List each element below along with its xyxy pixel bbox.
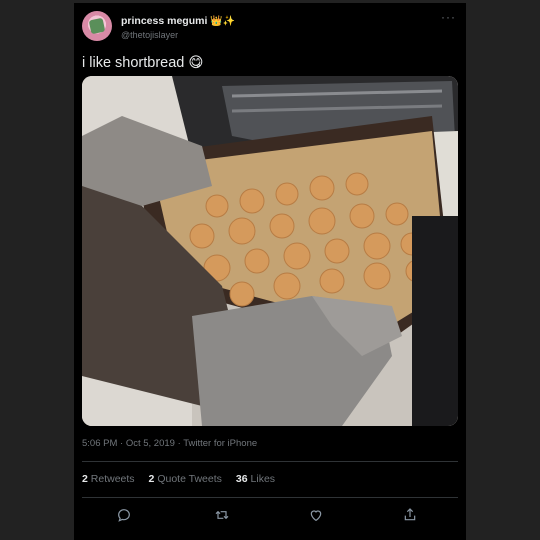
tweet-text-emoji: 😋 (188, 55, 204, 71)
retweets-count: 2 (82, 473, 88, 485)
divider (82, 461, 458, 462)
share-button[interactable] (398, 504, 422, 526)
tweet-text: i like shortbread 😋 (82, 55, 204, 71)
timestamp[interactable]: 5:06 PM · Oct 5, 2019 (82, 438, 175, 449)
tweet-actions (82, 504, 458, 526)
retweets-label: Retweets (90, 473, 135, 485)
tweet-text-body: i like shortbread (82, 55, 185, 71)
photo-illustration (82, 76, 458, 426)
display-name[interactable]: princess megumi 👑✨ (121, 15, 235, 27)
reply-icon (118, 509, 130, 522)
quotes-count: 2 (148, 473, 155, 485)
tweet-stats: 2 Retweets 2 Quote Tweets 36 Likes (82, 473, 275, 485)
share-icon (404, 508, 416, 521)
heart-icon (310, 510, 322, 522)
likes-stat[interactable]: 36 Likes (236, 473, 275, 485)
tweet-meta: 5:06 PM · Oct 5, 2019 · Twitter for iPho… (82, 438, 257, 449)
quotes-label: Quote Tweets (157, 473, 222, 485)
display-name-text: princess megumi (121, 15, 208, 27)
retweet-button[interactable] (210, 504, 234, 526)
tweet-card: princess megumi 👑✨ @thetojislayer ··· i … (74, 3, 466, 540)
divider (82, 497, 458, 498)
tweet-source[interactable]: Twitter for iPhone (183, 438, 257, 449)
retweet-icon (215, 510, 229, 520)
handle[interactable]: @thetojislayer (121, 30, 178, 40)
reply-button[interactable] (112, 504, 136, 526)
avatar[interactable] (82, 11, 112, 41)
retweets-stat[interactable]: 2 Retweets (82, 473, 135, 485)
likes-label: Likes (250, 473, 276, 485)
quotes-stat[interactable]: 2 Quote Tweets (149, 473, 222, 485)
tweet-photo[interactable] (82, 76, 458, 426)
more-horizontal-icon[interactable]: ··· (441, 10, 456, 24)
name-emojis: 👑✨ (210, 16, 236, 27)
like-button[interactable] (304, 504, 328, 526)
likes-count: 36 (235, 473, 248, 485)
